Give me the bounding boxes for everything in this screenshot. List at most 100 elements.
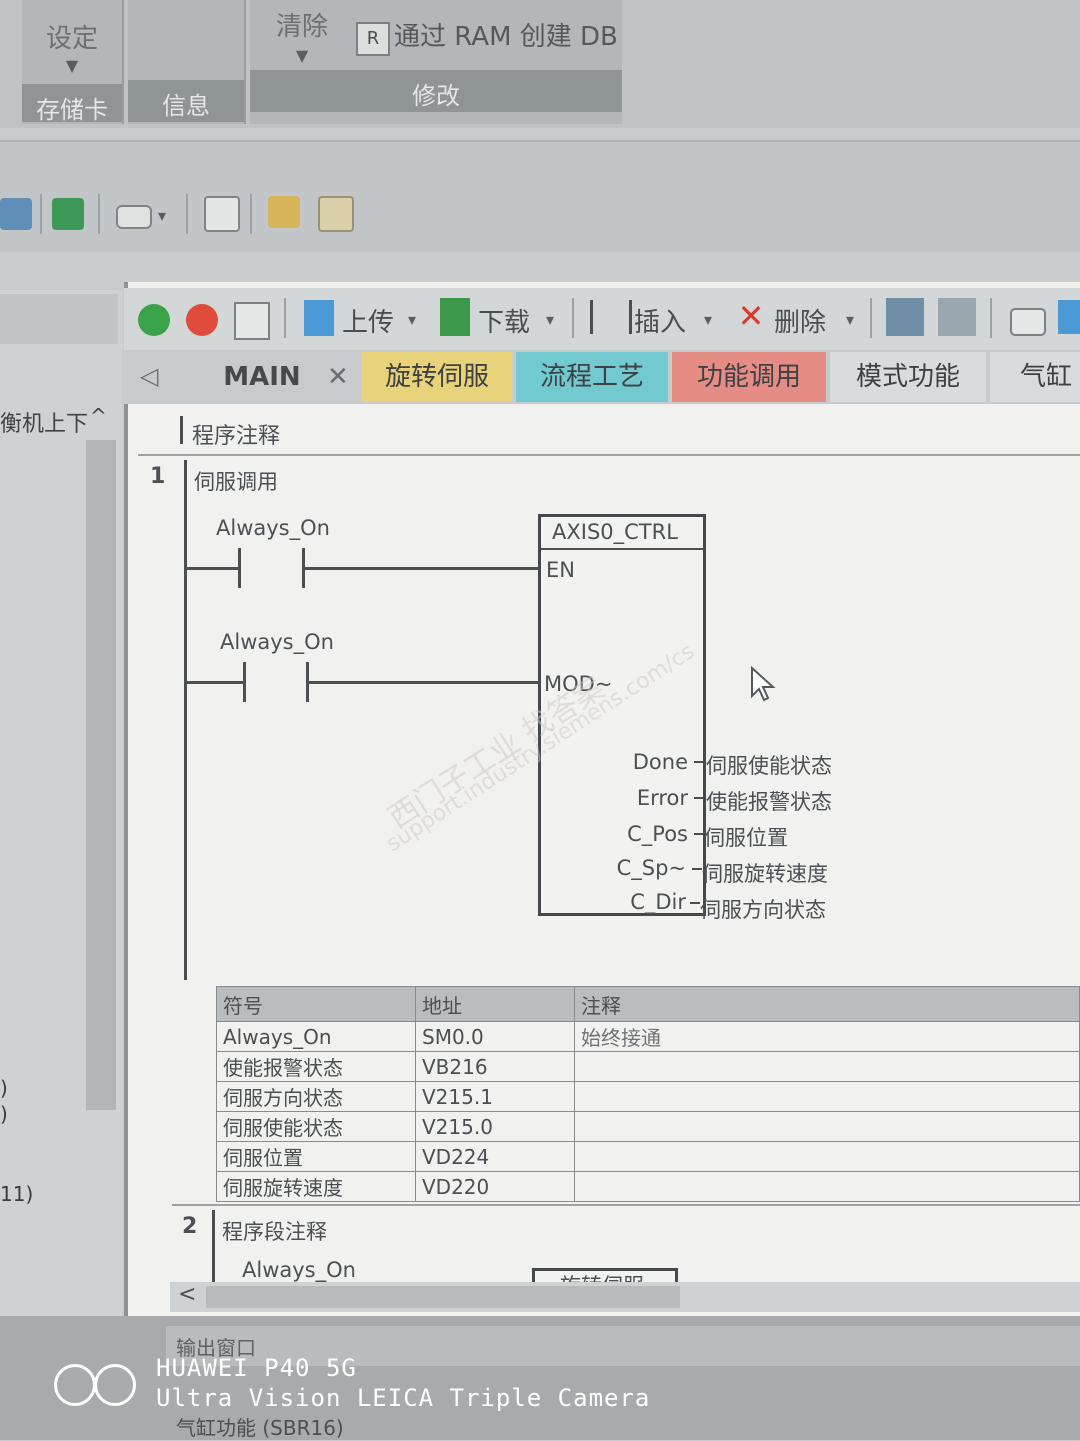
download-icon[interactable]	[440, 298, 470, 336]
output-wire	[694, 797, 704, 799]
contact-label: Always_On	[216, 516, 330, 540]
address-cell: V215.1	[415, 1081, 575, 1112]
symbol-cell: Always_On	[216, 1021, 416, 1052]
network-number: 1	[150, 464, 166, 489]
delete-button[interactable]: 删除	[774, 302, 826, 339]
settings-button[interactable]: 设定	[22, 18, 122, 55]
tab-cylinder[interactable]: 气缸F	[990, 352, 1080, 402]
chevron-down-icon[interactable]: ▾	[846, 310, 854, 329]
address-cell: V215.0	[415, 1111, 575, 1142]
chevron-down-icon[interactable]: ▾	[704, 310, 712, 329]
scroll-left-icon[interactable]: <	[178, 1282, 196, 1307]
network-alt-icon[interactable]	[938, 298, 976, 336]
close-icon[interactable]: ✕	[327, 362, 349, 392]
table-row[interactable]: 伺服方向状态 V215.1	[216, 1081, 1080, 1112]
toolbar-separator	[572, 298, 574, 338]
output-signal[interactable]: 伺服使能状态	[706, 750, 832, 780]
tab-scroll-left-icon[interactable]: ◁	[140, 362, 158, 390]
tab-process[interactable]: 流程工艺	[516, 352, 668, 402]
network-icon[interactable]	[886, 298, 924, 336]
output-wire	[694, 761, 704, 763]
clear-button[interactable]: 清除	[262, 6, 342, 43]
output-signal[interactable]: 伺服方向状态	[700, 894, 826, 924]
reference-icon[interactable]	[204, 196, 240, 232]
table-row[interactable]: Always_On SM0.0 始终接通	[216, 1021, 1080, 1052]
delete-icon[interactable]: ✕	[732, 298, 770, 334]
group-caption-info: 信息	[162, 92, 210, 120]
contact-no-left[interactable]	[238, 548, 241, 588]
output-wire	[690, 902, 700, 904]
scrollbar[interactable]	[86, 440, 116, 1110]
chevron-down-icon[interactable]: ▾	[158, 206, 166, 225]
symbol-cell: 伺服使能状态	[216, 1111, 416, 1142]
tab-function-call[interactable]: 功能调用	[672, 352, 826, 402]
chevron-down-icon[interactable]: ▼	[22, 56, 122, 75]
download-button[interactable]: 下载	[478, 302, 530, 339]
tab-rotary-servo[interactable]: 旋转伺服	[362, 352, 512, 402]
output-signal[interactable]: 使能报警状态	[706, 786, 832, 816]
comment-cell	[574, 1111, 1080, 1142]
tag-icon[interactable]	[116, 205, 152, 229]
upload-button[interactable]: 上传	[342, 302, 394, 339]
run-icon[interactable]	[138, 304, 170, 336]
output-item[interactable]: 气缸功能 (SBR16)	[176, 1412, 344, 1441]
block-name: AXIS0_CTRL	[552, 520, 678, 544]
rung-wire	[308, 681, 542, 684]
open-icon[interactable]	[0, 198, 32, 230]
tree-item[interactable]: 衡机上下	[0, 406, 88, 438]
output-signal[interactable]: 伺服旋转速度	[702, 858, 828, 888]
output-wire	[692, 868, 702, 870]
pin-error: Error	[636, 786, 688, 810]
comment-cell	[574, 1051, 1080, 1082]
group-caption-memory-card: 存储卡	[36, 96, 108, 124]
divider	[172, 1204, 1080, 1206]
camera-lens-text: Ultra Vision LEICA Triple Camera	[156, 1384, 651, 1412]
network-title[interactable]: 伺服调用	[194, 466, 278, 496]
chevron-down-icon[interactable]: ▾	[408, 310, 416, 329]
output-signal[interactable]: 伺服位置	[704, 822, 788, 852]
key-icon[interactable]	[268, 196, 300, 228]
create-db-from-ram-button[interactable]: 通过 RAM 创建 DB	[394, 16, 618, 53]
group-caption-modify: 修改	[412, 82, 460, 110]
export-icon[interactable]	[52, 198, 84, 230]
comment-cell	[574, 1081, 1080, 1112]
ram-db-icon: R	[356, 22, 390, 56]
tab-mode-function[interactable]: 模式功能	[830, 352, 986, 402]
symbol-cell: 伺服方向状态	[216, 1081, 416, 1112]
comment-cell	[574, 1141, 1080, 1172]
pin-c-pos: C_Pos	[627, 822, 688, 846]
toolbar-separator	[870, 298, 872, 338]
more-icon[interactable]	[1058, 300, 1080, 334]
collapse-icon[interactable]: ^	[90, 404, 107, 428]
table-row[interactable]: 使能报警状态 VB216	[216, 1051, 1080, 1082]
camera-logo-icon	[94, 1364, 136, 1406]
address-cell: VB216	[415, 1051, 575, 1082]
power-rail	[184, 460, 187, 980]
comment-cell	[574, 1171, 1080, 1202]
tab-main[interactable]: MAIN ✕	[214, 352, 358, 402]
compile-icon[interactable]	[234, 302, 270, 340]
properties-icon[interactable]	[318, 196, 354, 232]
insert-icon[interactable]	[590, 300, 632, 334]
table-row[interactable]: 伺服旋转速度 VD220	[216, 1171, 1080, 1202]
network-title[interactable]: 程序段注释	[222, 1216, 327, 1246]
stop-icon[interactable]	[186, 304, 218, 336]
program-comment[interactable]: 程序注释	[192, 418, 280, 450]
rung-wire	[304, 567, 542, 570]
contact-label: Always_On	[242, 1258, 356, 1282]
toolbar-separator	[186, 194, 188, 234]
chevron-down-icon[interactable]: ▼	[262, 46, 342, 65]
upload-icon[interactable]	[304, 300, 334, 336]
contact-no-left[interactable]	[243, 662, 246, 702]
chevron-down-icon[interactable]: ▾	[546, 310, 554, 329]
divider	[138, 454, 1080, 456]
table-row[interactable]: 伺服使能状态 V215.0	[216, 1111, 1080, 1142]
scrollbar-thumb[interactable]	[206, 1286, 680, 1308]
table-row[interactable]: 伺服位置 VD224	[216, 1141, 1080, 1172]
pin-done: Done	[632, 750, 688, 774]
box-icon[interactable]	[1010, 308, 1046, 336]
contact-label: Always_On	[220, 630, 334, 654]
insert-button[interactable]: 插入	[634, 302, 686, 339]
symbol-cell: 伺服旋转速度	[216, 1171, 416, 1202]
pin-en: EN	[546, 558, 575, 582]
